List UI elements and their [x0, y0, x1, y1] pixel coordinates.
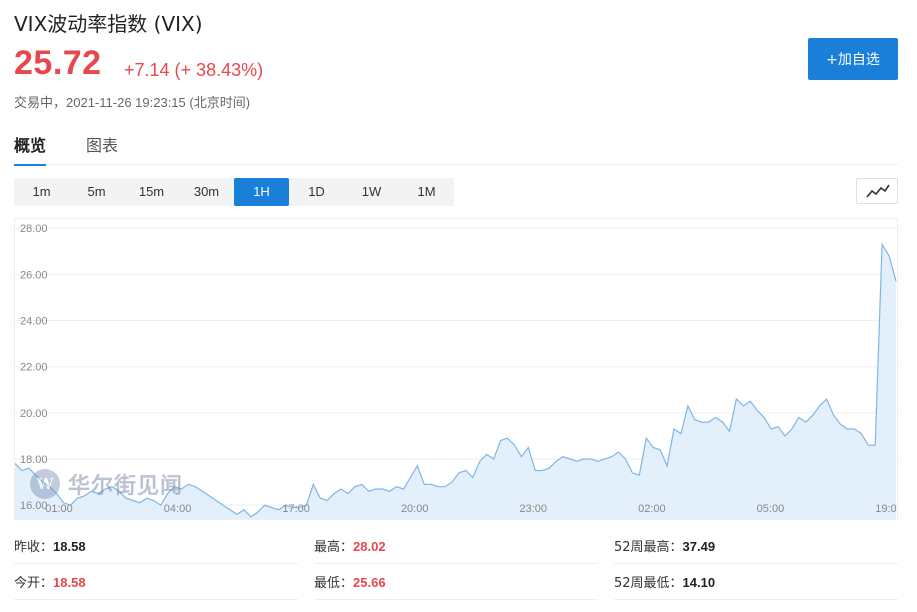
stat-value: 18.58: [53, 575, 86, 590]
trading-status-label: 交易中，: [14, 96, 67, 111]
period-1h[interactable]: 1H: [234, 178, 289, 206]
stat-label: 昨收：: [14, 540, 54, 555]
period-1d[interactable]: 1D: [289, 178, 344, 206]
tab-overview[interactable]: 概览: [14, 132, 47, 166]
stats-panel: 昨收：18.58 最高：28.02 52周最高：37.49 今开：18.58 最…: [14, 530, 898, 606]
stat-value: 28.02: [353, 539, 386, 554]
stat-high: 最高：28.02: [314, 530, 598, 564]
x-tick-label: 04:00: [164, 503, 192, 515]
x-tick-label: 23:00: [520, 503, 548, 515]
period-5m[interactable]: 5m: [69, 178, 124, 206]
watermark-text: 华尔街见闻: [68, 473, 184, 499]
x-tick-label: 17:00: [282, 503, 310, 515]
y-tick-label: 16.00: [20, 500, 48, 512]
y-tick-label: 26.00: [20, 269, 48, 281]
x-tick-label: 01:00: [45, 503, 73, 515]
x-tick-label: 20:00: [401, 503, 429, 515]
stat-52w-low: 52周最低：14.10: [614, 566, 898, 600]
security-title: VIX波动率指数 (VIX): [14, 12, 203, 36]
stat-value: 37.49: [682, 539, 716, 554]
tab-bar: 概览 图表: [14, 132, 898, 166]
watermark-logo: W: [30, 469, 60, 499]
stat-value: 25.66: [353, 575, 386, 590]
chart-type-button[interactable]: [856, 178, 898, 204]
x-tick-label: 19:00: [875, 503, 897, 515]
add-to-watchlist-button[interactable]: +加自选: [808, 38, 898, 80]
y-tick-label: 24.00: [20, 316, 48, 328]
stat-label: 最低：: [314, 576, 354, 591]
period-1w[interactable]: 1W: [344, 178, 399, 206]
period-1mo[interactable]: 1M: [399, 178, 454, 206]
stat-label: 52周最低：: [614, 576, 683, 591]
stat-label: 52周最高：: [614, 540, 683, 555]
period-1m[interactable]: 1m: [14, 178, 69, 206]
watermark: W 华尔街见闻: [30, 468, 183, 500]
y-tick-label: 22.00: [20, 362, 48, 374]
y-tick-label: 20.00: [20, 408, 48, 420]
stat-value: 18.58: [53, 539, 86, 554]
current-price: 25.72: [14, 44, 102, 82]
stat-open: 今开：18.58: [14, 566, 298, 600]
y-tick-label: 18.00: [20, 454, 48, 466]
period-selector: 1m 5m 15m 30m 1H 1D 1W 1M: [14, 178, 454, 206]
period-30m[interactable]: 30m: [179, 178, 234, 206]
stat-label: 今开：: [14, 576, 54, 591]
y-tick-label: 28.00: [20, 223, 48, 235]
stat-52w-high: 52周最高：37.49: [614, 530, 898, 564]
period-15m[interactable]: 15m: [124, 178, 179, 206]
trading-status: 交易中，2021-11-26 19:23:15 (北京时间): [14, 92, 250, 111]
price-change: +7.14 (+ 38.43%): [124, 60, 264, 80]
stat-low: 最低：25.66: [314, 566, 598, 600]
line-chart-icon: [866, 184, 890, 198]
stat-prev-close: 昨收：18.58: [14, 530, 298, 564]
stat-value: 14.10: [682, 575, 716, 590]
stat-label: 最高：: [314, 540, 354, 555]
x-tick-label: 05:00: [757, 503, 785, 515]
quote-timestamp: 2021-11-26 19:23:15 (北京时间): [66, 95, 251, 110]
x-tick-label: 02:00: [638, 503, 666, 515]
tab-chart[interactable]: 图表: [86, 132, 118, 164]
